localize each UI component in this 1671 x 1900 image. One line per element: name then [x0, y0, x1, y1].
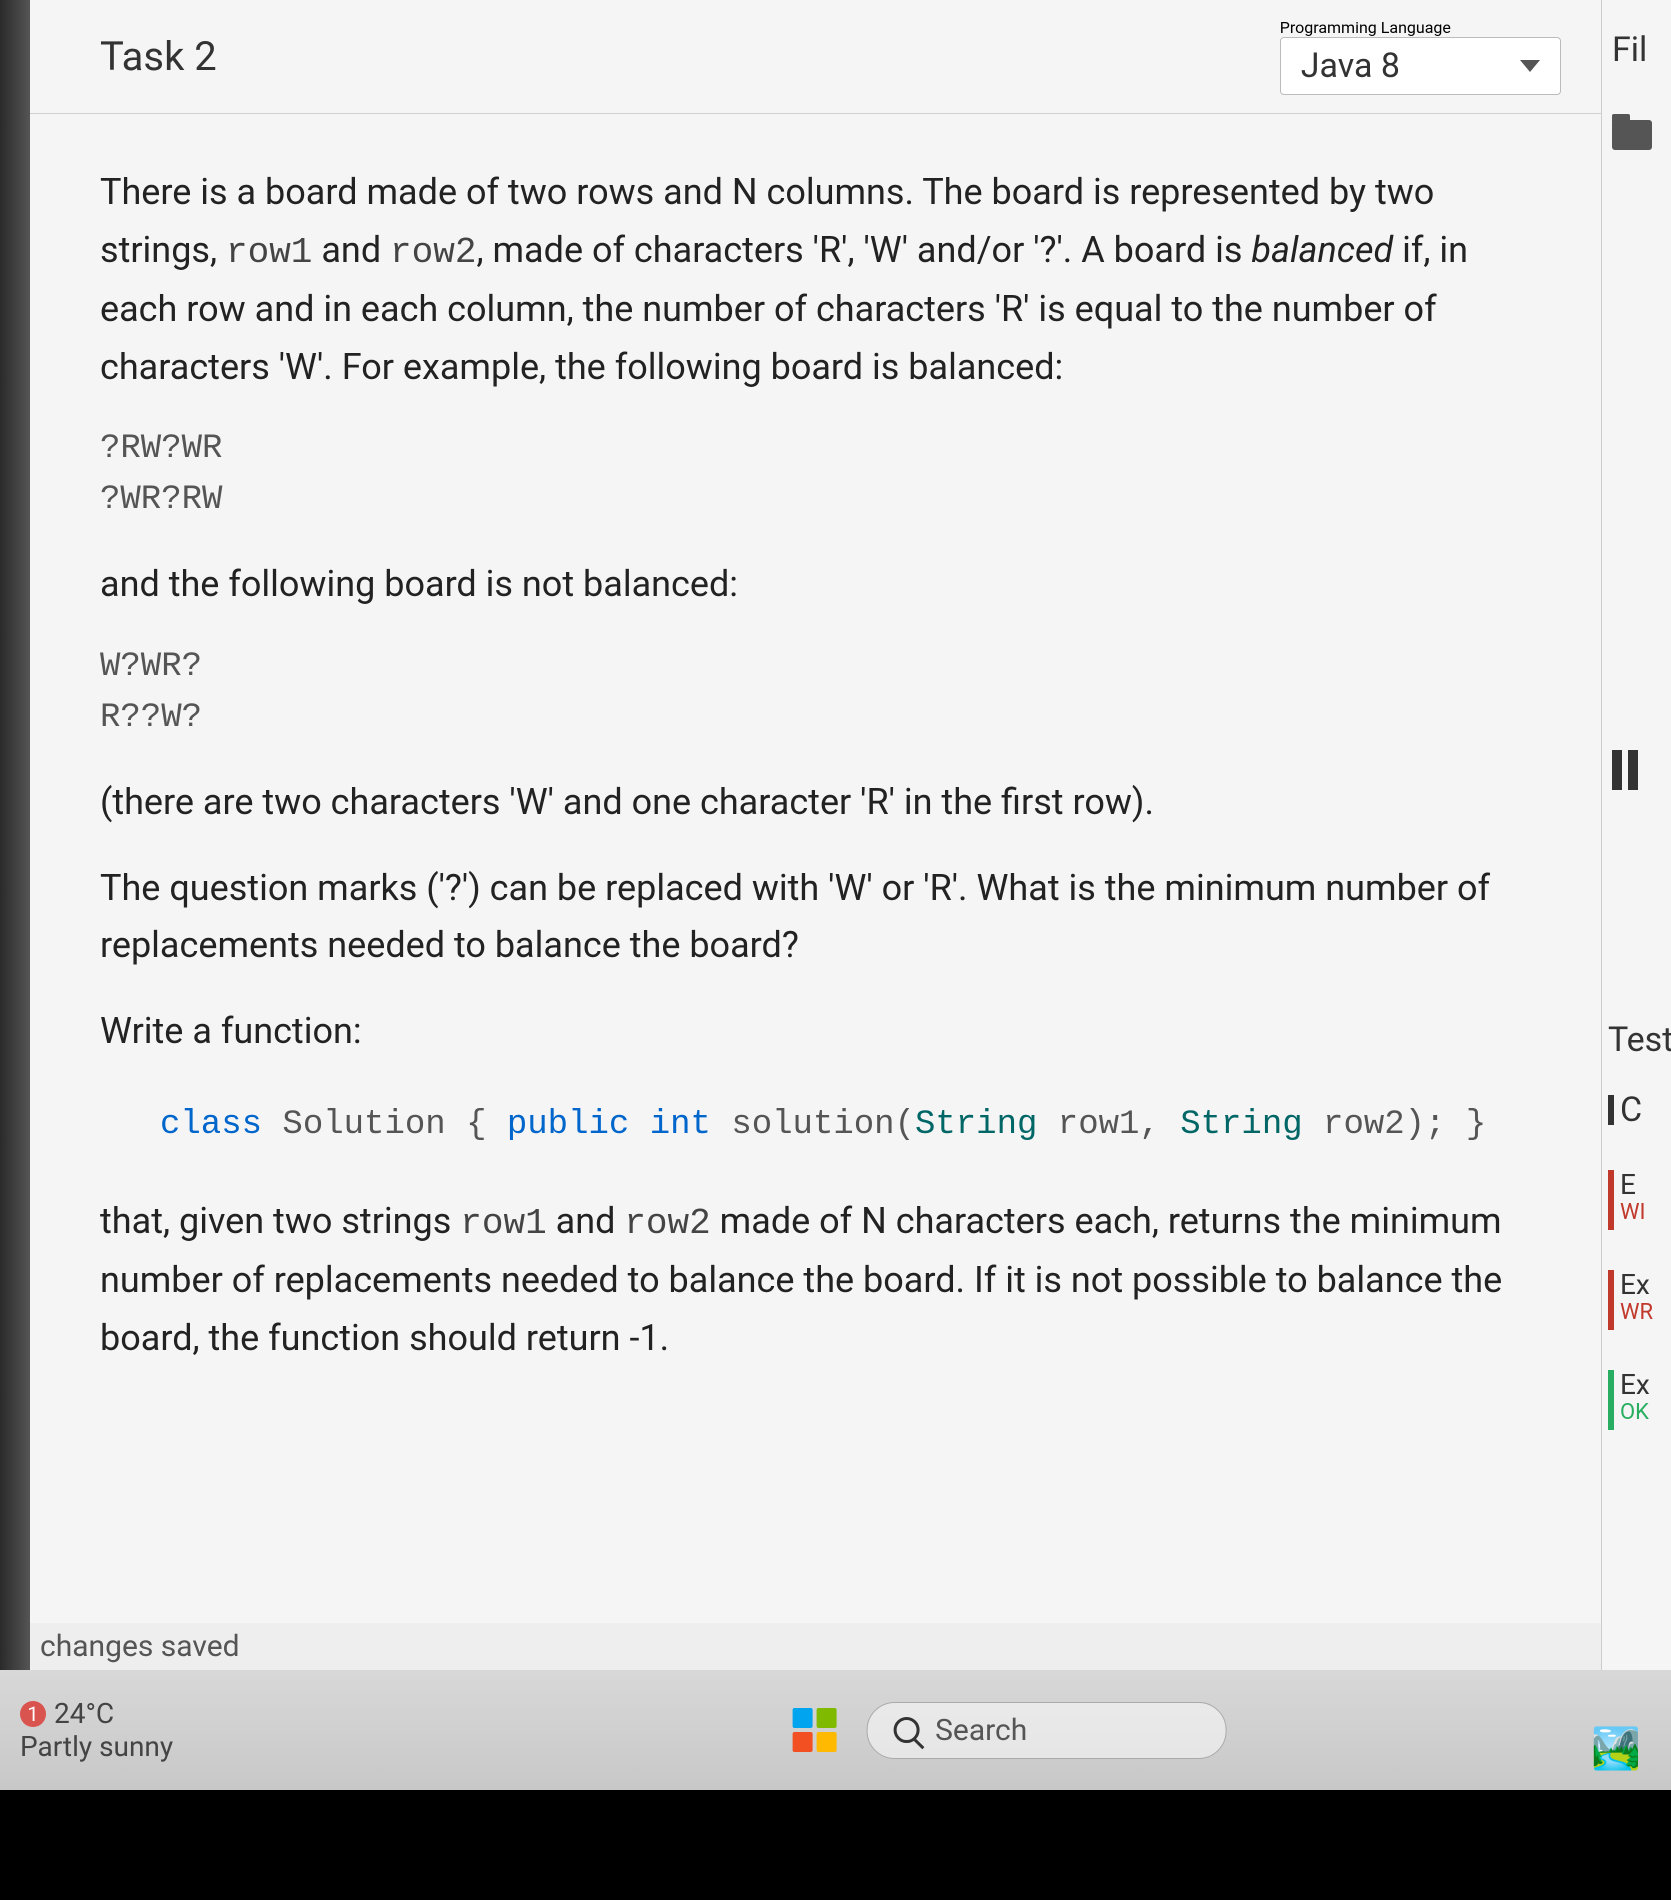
paragraph-6: that, given two strings row1 and row2 ma…: [100, 1193, 1531, 1368]
test-section-label: Test: [1602, 1020, 1671, 1060]
status-bar: changes saved: [30, 1623, 1601, 1670]
windows-taskbar[interactable]: 1 24°C Partly sunny Search 🏞️: [0, 1670, 1671, 1790]
temperature: 24°C: [54, 1697, 114, 1730]
balanced-term: balanced: [1251, 229, 1393, 271]
test-result-2[interactable]: ExWR: [1602, 1270, 1671, 1330]
language-caption: Programming Language: [1280, 18, 1561, 37]
header-bar: Task 2 Programming Language Java 8: [30, 0, 1601, 114]
search-placeholder: Search: [935, 1713, 1027, 1748]
files-tab[interactable]: Fil: [1602, 20, 1671, 100]
pause-icon[interactable]: [1612, 750, 1671, 790]
problem-description: There is a board made of two rows and N …: [30, 114, 1601, 1623]
test-result-1[interactable]: EWI: [1602, 1170, 1671, 1230]
function-signature: class Solution { public int solution(Str…: [100, 1088, 1531, 1162]
example-2: W?WR? R??W?: [100, 642, 1531, 744]
tray-illustration: 🏞️: [1591, 1725, 1641, 1772]
paragraph-3: (there are two characters 'W' and one ch…: [100, 774, 1531, 832]
weather-condition: Partly sunny: [20, 1730, 173, 1763]
chevron-down-icon: [1520, 60, 1540, 72]
paragraph-4: The question marks ('?') can be replaced…: [100, 860, 1531, 975]
left-bezel: [0, 0, 30, 1670]
right-panel: Fil Test C EWI ExWR ExOK: [1601, 0, 1671, 1670]
search-icon: [893, 1717, 919, 1743]
var-row1: row1: [226, 232, 312, 273]
bottom-bezel: [0, 1790, 1671, 1900]
language-dropdown[interactable]: Java 8: [1280, 37, 1561, 95]
test-result-3[interactable]: ExOK: [1602, 1370, 1671, 1430]
example-1: ?RW?WR ?WR?RW: [100, 424, 1531, 526]
language-value: Java 8: [1301, 46, 1400, 86]
folder-icon[interactable]: [1612, 120, 1652, 150]
task-title: Task 2: [100, 33, 217, 80]
paragraph-intro: There is a board made of two rows and N …: [100, 164, 1531, 396]
paragraph-5: Write a function:: [100, 1003, 1531, 1061]
weather-widget[interactable]: 1 24°C Partly sunny: [20, 1697, 173, 1763]
paragraph-2: and the following board is not balanced:: [100, 556, 1531, 614]
var-row2: row2: [390, 232, 476, 273]
notification-badge: 1: [20, 1701, 46, 1727]
taskbar-search[interactable]: Search: [866, 1702, 1226, 1759]
test-custom-row[interactable]: C: [1602, 1090, 1671, 1130]
windows-start-icon[interactable]: [792, 1708, 836, 1752]
